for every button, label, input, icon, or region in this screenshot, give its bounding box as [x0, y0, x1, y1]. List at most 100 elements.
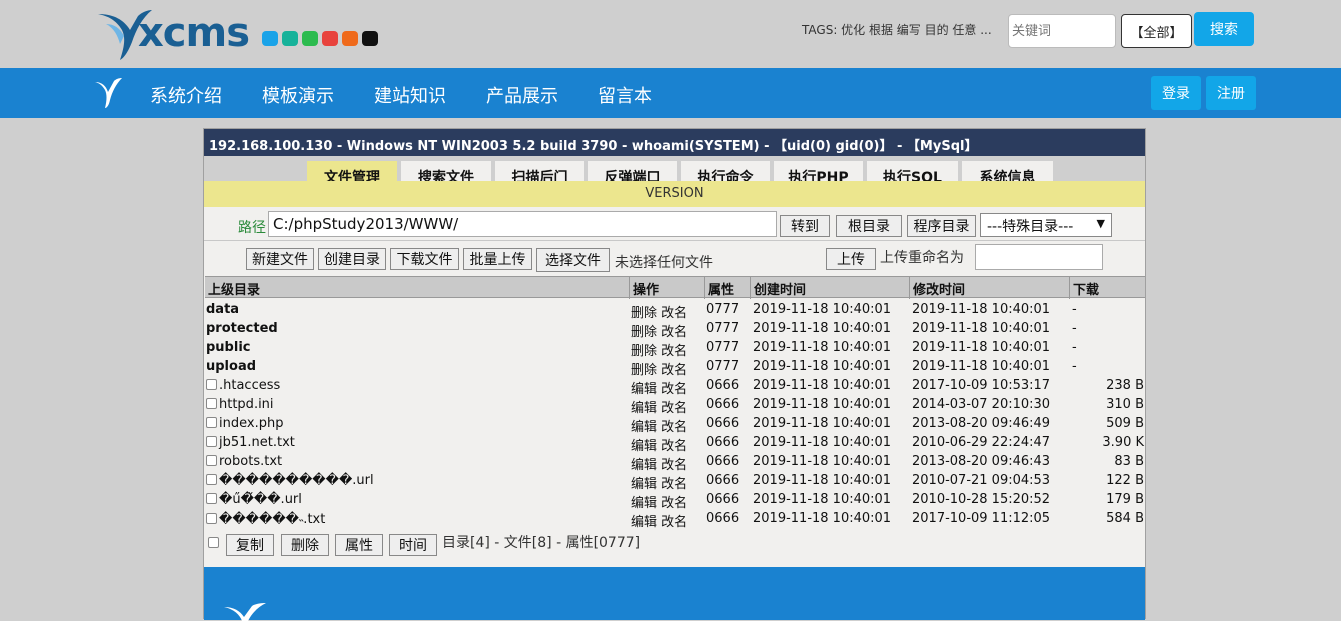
file-attr[interactable]: 0666: [706, 435, 739, 450]
file-attr[interactable]: 0666: [706, 492, 739, 507]
dir-ops[interactable]: 删除 改名: [631, 359, 687, 378]
file-attr[interactable]: 0666: [706, 454, 739, 469]
create-dir-button[interactable]: 创建目录: [318, 248, 386, 270]
batch-upload-button[interactable]: 批量上传: [463, 248, 532, 270]
file-ops[interactable]: 编辑 改名: [631, 473, 687, 492]
dir-attr[interactable]: 0777: [706, 340, 739, 355]
dir-modified[interactable]: 2019-11-18 10:40:01: [912, 340, 1050, 355]
download-file-button[interactable]: 下载文件: [390, 248, 459, 270]
file-modified[interactable]: 2014-03-07 20:10:30: [912, 397, 1050, 412]
file-modified[interactable]: 2010-07-21 09:04:53: [912, 473, 1050, 488]
row-checkbox[interactable]: [206, 474, 217, 485]
row-checkbox[interactable]: [206, 513, 217, 524]
goto-button[interactable]: 转到: [780, 215, 830, 237]
dir-ops[interactable]: 删除 改名: [631, 340, 687, 359]
file-size-download[interactable]: 310 B: [1106, 397, 1144, 412]
row-checkbox[interactable]: [206, 493, 217, 504]
file-modified[interactable]: 2013-08-20 09:46:43: [912, 454, 1050, 469]
theme-swatch[interactable]: [302, 31, 318, 46]
dir-attr[interactable]: 0777: [706, 302, 739, 317]
file-modified[interactable]: 2010-06-29 22:24:47: [912, 435, 1050, 450]
attr-button[interactable]: 属性: [335, 534, 383, 556]
theme-swatch[interactable]: [262, 31, 278, 46]
nav-item-intro[interactable]: 系统介绍: [150, 82, 222, 108]
tab-search-files[interactable]: 搜索文件: [401, 161, 491, 186]
upload-button[interactable]: 上传: [826, 248, 876, 270]
file-size-download[interactable]: 3.90 K: [1102, 435, 1144, 450]
upload-rename-input[interactable]: [975, 244, 1103, 270]
file-modified[interactable]: 2010-10-28 15:20:52: [912, 492, 1050, 507]
choose-file-button[interactable]: 选择文件: [536, 248, 610, 272]
file-name-link[interactable]: .htaccess: [219, 378, 280, 393]
theme-swatch[interactable]: [362, 31, 378, 46]
program-dir-button[interactable]: 程序目录: [907, 215, 976, 237]
file-attr[interactable]: 0666: [706, 473, 739, 488]
nav-item-templates[interactable]: 模板演示: [262, 82, 334, 108]
register-button[interactable]: 注册: [1206, 76, 1256, 110]
file-name-link[interactable]: jb51.net.txt: [219, 435, 295, 450]
keyword-input[interactable]: [1008, 14, 1116, 48]
special-dir-select[interactable]: ---特殊目录--- ▼: [980, 213, 1112, 237]
search-button[interactable]: 搜索: [1194, 12, 1254, 46]
file-name-link[interactable]: robots.txt: [219, 454, 282, 469]
file-name-link[interactable]: httpd.ini: [219, 397, 274, 412]
tags-list[interactable]: TAGS: 优化 根据 编写 目的 任意 ...: [802, 21, 992, 38]
dir-name-link[interactable]: public: [206, 340, 250, 355]
row-checkbox[interactable]: [206, 379, 217, 390]
file-size-download[interactable]: 83 B: [1114, 454, 1144, 469]
tab-scan-backdoor[interactable]: 扫描后门: [495, 161, 584, 186]
file-modified[interactable]: 2013-08-20 09:46:49: [912, 416, 1050, 431]
file-size-download[interactable]: 122 B: [1106, 473, 1144, 488]
nav-logo-icon[interactable]: [94, 78, 124, 108]
file-size-download[interactable]: 238 B: [1106, 378, 1144, 393]
dir-modified[interactable]: 2019-11-18 10:40:01: [912, 321, 1050, 336]
file-modified[interactable]: 2017-10-09 11:12:05: [912, 511, 1050, 526]
search-scope-button[interactable]: 【全部】: [1121, 14, 1192, 48]
path-input[interactable]: [268, 211, 777, 237]
time-button[interactable]: 时间: [389, 534, 437, 556]
file-ops[interactable]: 编辑 改名: [631, 416, 687, 435]
tab-exec-php[interactable]: 执行PHP: [774, 161, 863, 186]
select-all-checkbox[interactable]: [208, 537, 219, 548]
nav-item-guestbook[interactable]: 留言本: [598, 82, 652, 108]
tab-exec-sql[interactable]: 执行SQL: [867, 161, 958, 186]
row-checkbox[interactable]: [206, 455, 217, 466]
dir-name-link[interactable]: data: [206, 302, 239, 317]
tab-file-manager[interactable]: 文件管理: [307, 161, 397, 186]
dir-name-link[interactable]: upload: [206, 359, 256, 374]
file-attr[interactable]: 0666: [706, 416, 739, 431]
file-size-download[interactable]: 584 B: [1106, 511, 1144, 526]
nav-item-knowledge[interactable]: 建站知识: [374, 82, 446, 108]
file-name-link[interactable]: index.php: [219, 416, 283, 431]
file-ops[interactable]: 编辑 改名: [631, 511, 687, 530]
row-checkbox[interactable]: [206, 436, 217, 447]
dir-ops[interactable]: 删除 改名: [631, 321, 687, 340]
file-name-link[interactable]: ������˵.txt: [219, 512, 325, 527]
file-attr[interactable]: 0666: [706, 378, 739, 393]
login-button[interactable]: 登录: [1151, 76, 1201, 110]
root-dir-button[interactable]: 根目录: [836, 215, 902, 237]
tab-exec-command[interactable]: 执行命令: [681, 161, 770, 186]
new-file-button[interactable]: 新建文件: [246, 248, 314, 270]
tab-system-info[interactable]: 系统信息: [962, 161, 1053, 186]
row-checkbox[interactable]: [206, 417, 217, 428]
file-ops[interactable]: 编辑 改名: [631, 492, 687, 511]
theme-swatch[interactable]: [282, 31, 298, 46]
file-name-link[interactable]: ����������.url: [219, 473, 374, 488]
dir-attr[interactable]: 0777: [706, 359, 739, 374]
delete-button[interactable]: 删除: [281, 534, 329, 556]
theme-swatch[interactable]: [342, 31, 358, 46]
file-size-download[interactable]: 509 B: [1106, 416, 1144, 431]
file-attr[interactable]: 0666: [706, 511, 739, 526]
theme-swatch[interactable]: [322, 31, 338, 46]
dir-attr[interactable]: 0777: [706, 321, 739, 336]
file-ops[interactable]: 编辑 改名: [631, 378, 687, 397]
copy-button[interactable]: 复制: [226, 534, 274, 556]
dir-ops[interactable]: 删除 改名: [631, 302, 687, 321]
col-name[interactable]: 上级目录: [208, 279, 260, 298]
file-ops[interactable]: 编辑 改名: [631, 397, 687, 416]
file-attr[interactable]: 0666: [706, 397, 739, 412]
nav-item-products[interactable]: 产品展示: [486, 82, 558, 108]
dir-name-link[interactable]: protected: [206, 321, 278, 336]
dir-modified[interactable]: 2019-11-18 10:40:01: [912, 302, 1050, 317]
